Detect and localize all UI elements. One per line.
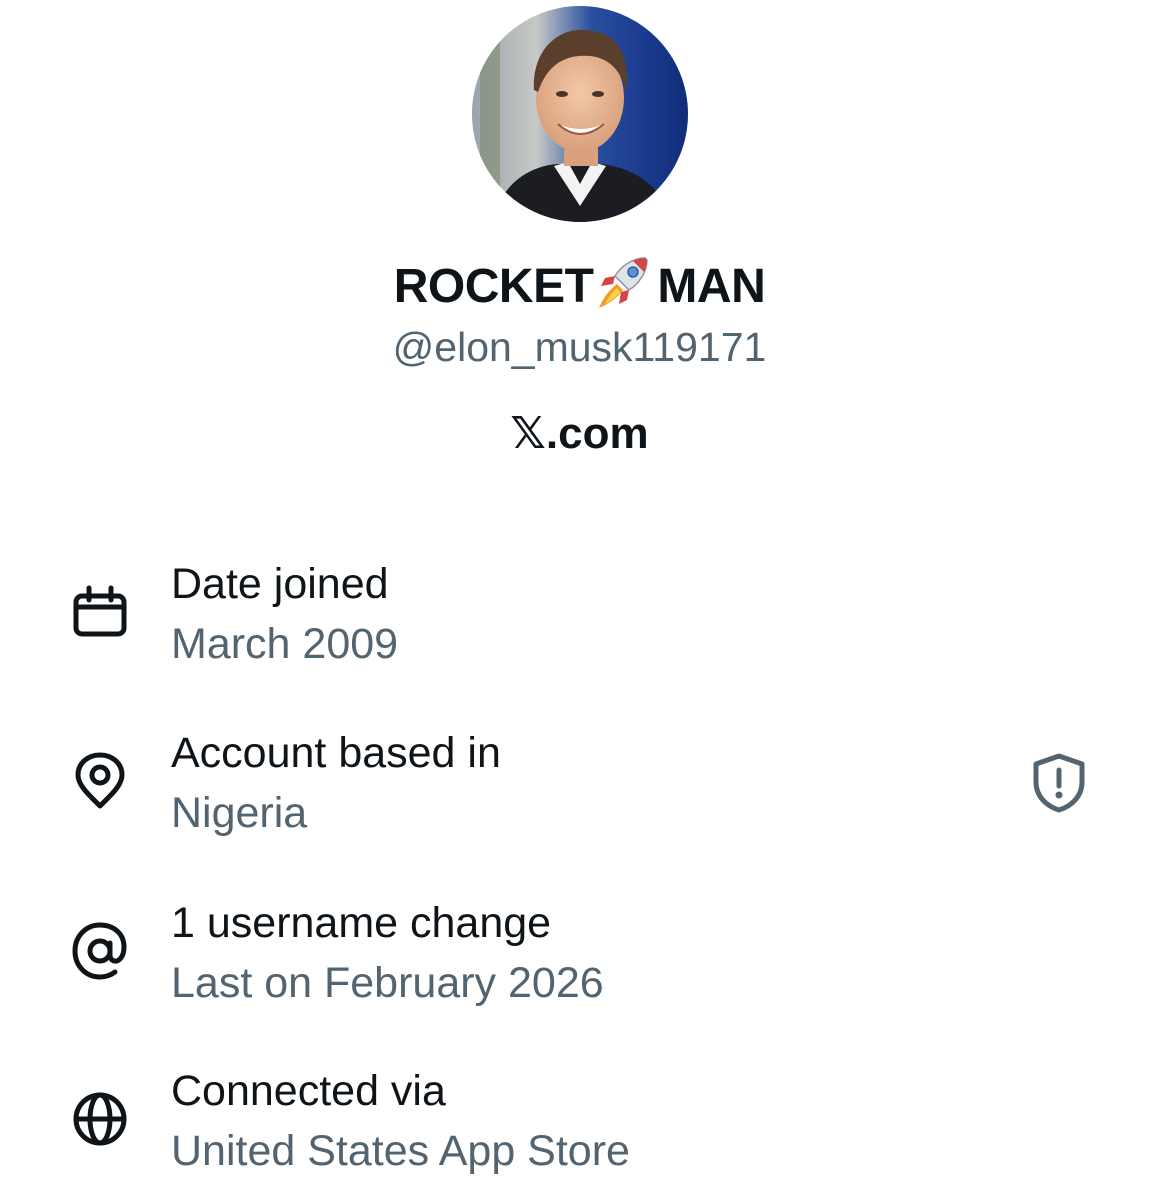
username-change-value: Last on February 2026	[171, 959, 604, 1007]
avatar-photo	[472, 6, 688, 222]
date-joined-label: Date joined	[171, 560, 389, 608]
calendar-icon	[70, 582, 130, 642]
profile-handle: @elon_musk119171	[392, 324, 767, 370]
date-joined-value: March 2009	[171, 620, 399, 668]
account-based-in-value: Nigeria	[171, 789, 308, 837]
account-based-in-label: Account based in	[171, 729, 501, 777]
connected-via-value: United States App Store	[171, 1127, 630, 1175]
globe-icon	[70, 1089, 130, 1149]
location-pin-icon	[70, 751, 130, 811]
avatar[interactable]	[472, 6, 688, 222]
connected-via-label: Connected via	[171, 1067, 446, 1115]
profile-name-part1: ROCKET	[393, 260, 594, 313]
profile-website-link[interactable]: 𝕏.com	[0, 406, 1159, 462]
shield-alert-icon[interactable]	[1030, 752, 1088, 814]
connected-via-row: Connected via United States App Store	[0, 1063, 1159, 1193]
profile-name-part2: MAN	[657, 260, 766, 313]
rocket-icon	[595, 254, 655, 310]
profile-name: ROCKET MAN	[0, 254, 1159, 317]
username-change-label: 1 username change	[171, 899, 552, 947]
account-based-in-row: Account based in Nigeria	[0, 725, 1159, 855]
at-sign-icon	[70, 921, 130, 981]
username-change-row: 1 username change Last on February 2026	[0, 895, 1159, 1025]
date-joined-row: Date joined March 2009	[0, 556, 1159, 686]
